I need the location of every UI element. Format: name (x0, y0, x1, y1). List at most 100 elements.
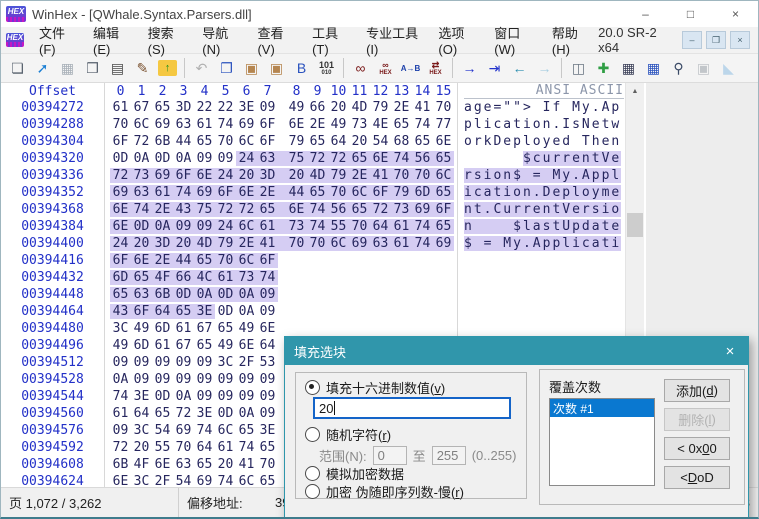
radio-simulate-encrypted[interactable]: 模拟加密数据 (305, 464, 404, 483)
hex-byte[interactable]: 65 (194, 134, 215, 149)
hex-byte[interactable]: 61 (215, 270, 236, 285)
hex-byte[interactable]: 79 (278, 134, 307, 149)
hex-byte[interactable]: 3D (173, 100, 194, 115)
hex-byte[interactable]: 09 (257, 100, 278, 115)
hex-byte[interactable]: 6B (152, 134, 173, 149)
hex-byte[interactable]: 74 (215, 117, 236, 132)
hex-byte[interactable]: 4F (152, 270, 173, 285)
close-button[interactable]: × (713, 1, 758, 27)
hex-byte[interactable]: 72 (215, 202, 236, 217)
radio-icon[interactable] (305, 466, 320, 481)
hex-byte[interactable]: 56 (412, 151, 433, 166)
hex-byte[interactable]: 09 (131, 372, 152, 387)
hex-byte[interactable]: 3D (152, 236, 173, 251)
hex-byte[interactable]: 3E (257, 423, 278, 438)
hex-byte[interactable]: 3E (236, 100, 257, 115)
hex-byte[interactable]: 61 (391, 219, 412, 234)
range-to-input[interactable]: 255 (431, 446, 466, 465)
hex-byte[interactable]: 67 (194, 321, 215, 336)
hex-byte[interactable]: 70 (349, 219, 370, 234)
hex-byte[interactable]: 09 (110, 423, 131, 438)
hex-byte[interactable]: 6B (152, 287, 173, 302)
hex-bytes[interactable]: 49 6D 61 67 65 49 6E 64 (104, 338, 278, 353)
hex-byte[interactable]: 73 (349, 117, 370, 132)
hex-byte[interactable]: 74 (307, 219, 328, 234)
hex-byte[interactable]: 6C (236, 134, 257, 149)
hex-byte[interactable]: 74 (173, 185, 194, 200)
hex-byte[interactable]: 0A (131, 151, 152, 166)
back-icon[interactable]: ← (507, 57, 532, 79)
hex-byte[interactable]: 69 (110, 185, 131, 200)
hex-byte[interactable]: 63 (173, 117, 194, 132)
hex-byte[interactable]: 70 (307, 236, 328, 251)
hex-byte[interactable]: 2E (152, 253, 173, 268)
radio-fill-hex[interactable]: 填充十六进制数值(v) (305, 378, 445, 397)
hex-byte[interactable]: 6E (194, 168, 215, 183)
hex-byte[interactable]: 65 (110, 287, 131, 302)
hex-byte[interactable]: 49 (131, 321, 152, 336)
hex-byte[interactable]: 63 (131, 185, 152, 200)
hex-byte[interactable]: 6E (433, 134, 454, 149)
hex-bytes[interactable]: 43 6F 64 65 3E 0D 0A 09 (104, 304, 278, 319)
hex-byte[interactable]: 6C (131, 117, 152, 132)
hex-bytes[interactable]: 6F 6E 2E 44 65 70 6C 6F (104, 253, 278, 268)
hex-byte[interactable]: 65 (433, 151, 454, 166)
hex-byte[interactable]: 4F (131, 457, 152, 472)
clip-triangle-icon[interactable]: ◣ (716, 57, 741, 79)
hex-byte[interactable]: 70 (278, 236, 307, 251)
hex-byte[interactable]: 49 (328, 117, 349, 132)
hex-byte[interactable]: 69 (194, 185, 215, 200)
hex-byte[interactable]: 0D (110, 151, 131, 166)
hex-byte[interactable]: 70 (433, 100, 454, 115)
hex-byte[interactable]: 67 (173, 338, 194, 353)
copy-icon[interactable]: ❐ (214, 57, 239, 79)
paste-into-new-icon[interactable]: ▣ (264, 57, 289, 79)
menu-item[interactable]: 编辑(E) (84, 19, 139, 61)
scroll-up-icon[interactable]: ▲ (626, 83, 644, 99)
hex-byte[interactable]: 65 (173, 304, 194, 319)
hex-byte[interactable]: 70 (412, 168, 433, 183)
hex-byte[interactable]: 64 (131, 406, 152, 421)
hex-byte[interactable]: 61 (152, 338, 173, 353)
hex-byte[interactable]: 64 (370, 219, 391, 234)
hex-byte[interactable]: 61 (391, 236, 412, 251)
hex-byte[interactable]: 0A (236, 304, 257, 319)
hex-bytes[interactable]: 6B 4F 6E 63 65 20 41 70 (104, 457, 278, 472)
hex-byte[interactable]: 63 (370, 236, 391, 251)
hex-byte[interactable]: 0A (194, 287, 215, 302)
hex-byte[interactable]: 6E (257, 321, 278, 336)
hex-byte[interactable]: 41 (236, 457, 257, 472)
hex-byte[interactable]: 41 (257, 236, 278, 251)
hex-byte[interactable]: 2E (391, 100, 412, 115)
hex-byte[interactable]: 09 (131, 355, 152, 370)
hex-byte[interactable]: 70 (328, 185, 349, 200)
hex-byte[interactable]: 2E (349, 168, 370, 183)
hex-byte[interactable]: 74 (412, 117, 433, 132)
hex-byte[interactable]: 70 (215, 134, 236, 149)
hex-byte[interactable]: 64 (257, 338, 278, 353)
hex-byte[interactable]: 56 (328, 202, 349, 217)
hex-byte[interactable]: 44 (278, 185, 307, 200)
open-file-icon[interactable]: ➚ (30, 57, 55, 79)
hex-byte[interactable]: 0D (215, 287, 236, 302)
hex-byte[interactable]: 3C (131, 423, 152, 438)
replace-text-icon[interactable]: A→B (398, 57, 423, 79)
hex-byte[interactable]: 09 (173, 219, 194, 234)
hex-byte[interactable]: 6F (215, 185, 236, 200)
hex-byte[interactable]: 61 (257, 219, 278, 234)
hex-byte[interactable]: 20 (328, 100, 349, 115)
hex-byte[interactable]: 61 (110, 406, 131, 421)
hex-byte[interactable]: 79 (215, 236, 236, 251)
ascii-text[interactable]: $ = My.Applicati (464, 236, 626, 251)
hex-byte[interactable]: 09 (215, 151, 236, 166)
hex-bytes[interactable]: 6E 0D 0A 09 09 24 6C 61 73 74 55 70 64 61 74 65 (104, 219, 454, 234)
radio-encrypt-prng[interactable]: 加密 伪随即序列数-慢(r) (305, 482, 464, 501)
hex-byte[interactable]: 24 (215, 168, 236, 183)
hex-byte[interactable]: 64 (328, 134, 349, 149)
hex-byte[interactable]: 74 (412, 236, 433, 251)
passes-listbox[interactable]: 次数 #1 (549, 398, 655, 486)
hex-byte[interactable]: 09 (152, 372, 173, 387)
hex-byte[interactable]: 61 (110, 100, 131, 115)
ascii-text[interactable]: plication.IsNetw (464, 117, 626, 132)
print-icon[interactable]: ▤ (105, 57, 130, 79)
